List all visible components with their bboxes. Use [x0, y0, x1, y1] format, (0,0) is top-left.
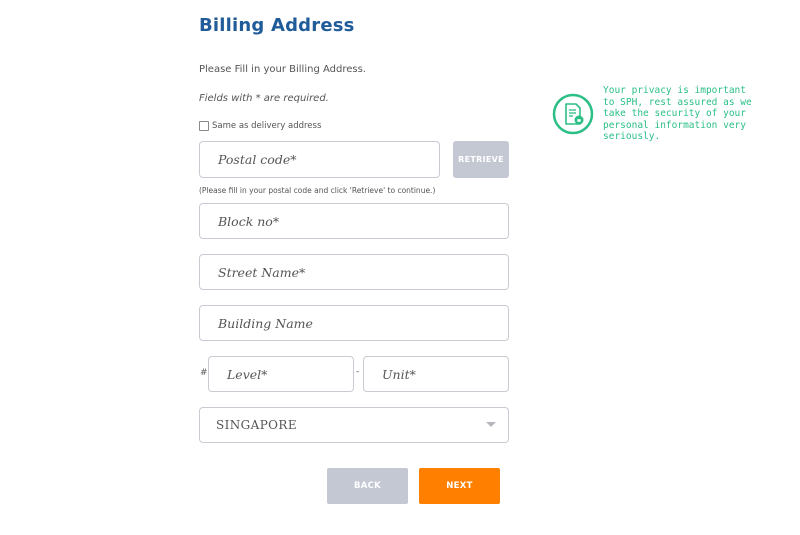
- postal-code-hint: (Please fill in your postal code and cli…: [199, 186, 436, 195]
- required-note: Fields with * are required.: [199, 93, 329, 104]
- building-name-placeholder: Building Name: [218, 315, 313, 331]
- privacy-notice: Your privacy is important to SPH, rest a…: [603, 85, 752, 142]
- page-title: Billing Address: [199, 15, 355, 36]
- level-placeholder: Level*: [227, 366, 268, 382]
- retrieve-button[interactable]: RETRIEVE: [453, 141, 509, 178]
- level-prefix: #: [200, 368, 208, 378]
- country-selected-value: SINGAPORE: [216, 418, 298, 432]
- next-button[interactable]: NEXT: [419, 468, 500, 504]
- unit-input[interactable]: Unit*: [363, 356, 509, 392]
- same-as-delivery-checkbox[interactable]: [199, 121, 209, 131]
- building-name-input[interactable]: Building Name: [199, 305, 509, 341]
- unit-placeholder: Unit*: [382, 366, 416, 382]
- postal-code-placeholder: Postal code*: [218, 152, 297, 167]
- street-name-placeholder: Street Name*: [218, 264, 306, 280]
- unit-separator: -: [356, 367, 360, 377]
- same-as-delivery-row[interactable]: Same as delivery address: [199, 121, 321, 131]
- intro-text: Please Fill in your Billing Address.: [199, 64, 366, 75]
- street-name-input[interactable]: Street Name*: [199, 254, 509, 290]
- level-input[interactable]: Level*: [208, 356, 354, 392]
- block-no-input[interactable]: Block no*: [199, 203, 509, 239]
- chevron-down-icon: [486, 422, 496, 427]
- block-no-placeholder: Block no*: [218, 213, 280, 229]
- country-select[interactable]: SINGAPORE: [199, 407, 509, 443]
- same-as-delivery-label: Same as delivery address: [212, 121, 322, 131]
- postal-code-input[interactable]: Postal code*: [199, 141, 440, 178]
- document-lock-icon: [552, 93, 594, 135]
- back-button[interactable]: BACK: [327, 468, 408, 504]
